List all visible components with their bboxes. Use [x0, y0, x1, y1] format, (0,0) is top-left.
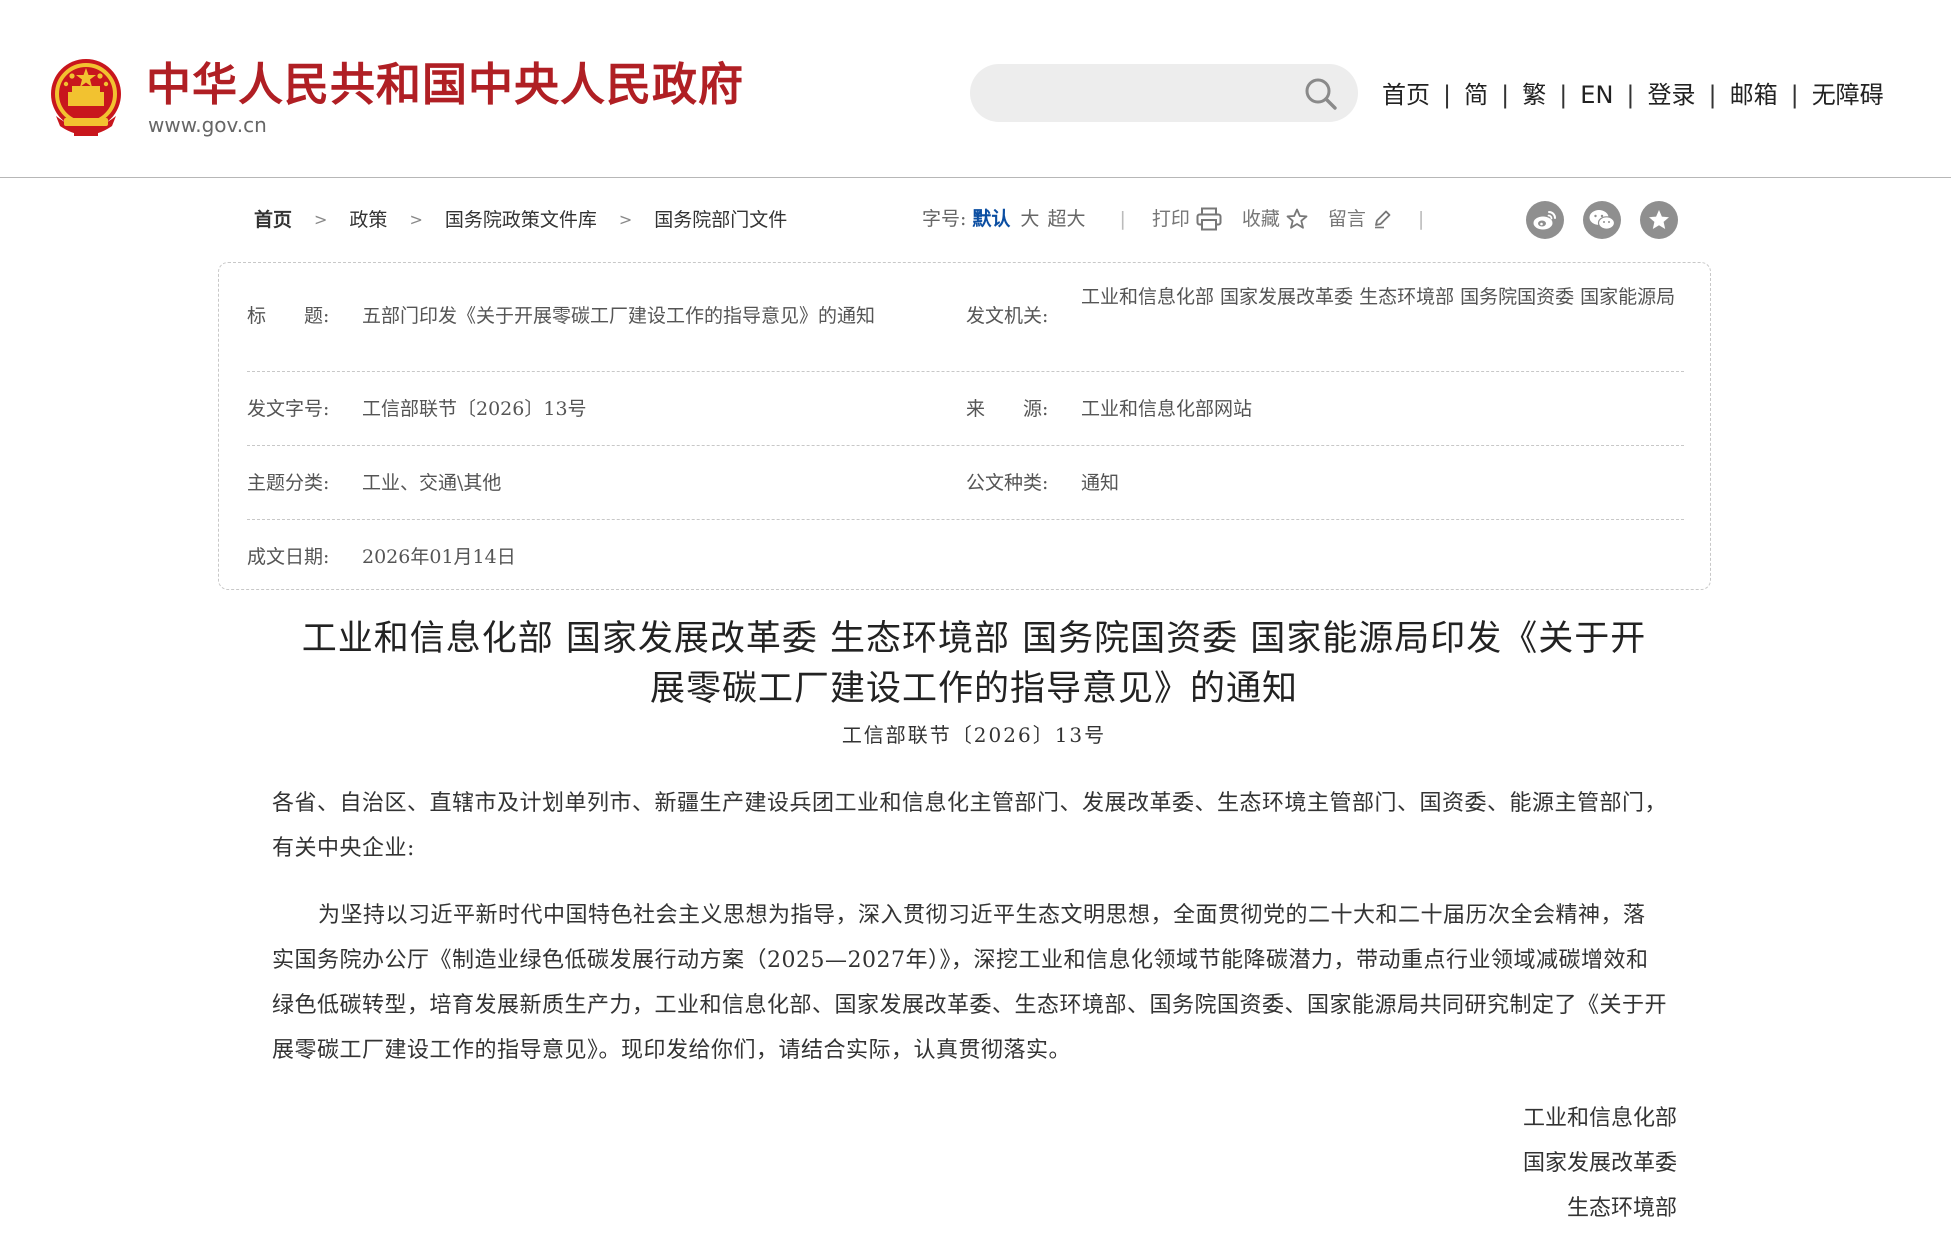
font-size-xlarge-button[interactable]: 超大 — [1047, 205, 1085, 233]
print-label: 打印 — [1151, 208, 1190, 230]
nav-mailbox[interactable]: 邮箱 — [1730, 78, 1778, 112]
tools-divider: | — [1119, 208, 1126, 230]
site-header: 中华人民共和国中央人民政府 www.gov.cn 首页 | 简 | 繁 | EN… — [0, 0, 1951, 178]
doc-number-label: 发文字号: — [247, 398, 330, 420]
doc-type-value: 通知 — [1081, 472, 1120, 494]
issuer-label: 发文机关: — [966, 305, 1049, 327]
breadcrumb-policy-library[interactable]: 国务院政策文件库 — [445, 206, 597, 234]
nav-english[interactable]: EN — [1580, 78, 1613, 112]
article-doc-number: 工信部联节〔2026〕13号 — [841, 723, 1107, 747]
comment-label: 留言 — [1327, 208, 1366, 230]
nav-separator: | — [1559, 81, 1568, 109]
favorite-label: 收藏 — [1241, 208, 1280, 230]
site-url[interactable]: www.gov.cn — [148, 112, 267, 138]
nav-simplified[interactable]: 简 — [1464, 78, 1488, 112]
article-title: 工业和信息化部 国家发展改革委 生态环境部 国务院国资委 国家能源局印发《关于开… — [268, 614, 1680, 714]
tools-divider: | — [1417, 208, 1425, 230]
topic-value: 工业、交通\其他 — [362, 472, 502, 494]
chevron-right-icon: > — [314, 210, 328, 229]
signature-line: 国家发展改革委 — [1522, 1151, 1677, 1176]
doc-number-value: 工信部联节〔2026〕13号 — [362, 398, 587, 420]
issuer-value: 工业和信息化部 国家发展改革委 生态环境部 国务院国资委 国家能源局 — [1081, 286, 1676, 308]
print-button[interactable]: 打印 — [1152, 205, 1222, 233]
breadcrumb-policy[interactable]: 政策 — [349, 206, 387, 234]
info-row-date: 成文日期: 2026年01月14日 — [247, 521, 1684, 589]
font-size-default-button[interactable]: 默认 — [972, 205, 1010, 233]
article-title-line: 工业和信息化部 国家发展改革委 生态环境部 国务院国资委 国家能源局印发《关于开 — [301, 619, 1647, 659]
star-icon — [1286, 208, 1308, 229]
printer-icon — [1196, 207, 1222, 231]
search-icon[interactable] — [1304, 77, 1338, 111]
topic-label: 主题分类: — [247, 472, 330, 494]
document-info-table: 标 题: 五部门印发《关于开展零碳工厂建设工作的指导意见》的通知 发文机关: 工… — [218, 262, 1711, 590]
salutation-paragraph: 各省、自治区、直辖市及计划单列市、新疆生产建设兵团工业和信息化主管部门、发展改革… — [272, 791, 1668, 861]
nav-login[interactable]: 登录 — [1648, 78, 1696, 112]
chevron-right-icon: > — [618, 210, 633, 229]
info-row-title: 标 题: 五部门印发《关于开展零碳工厂建设工作的指导意见》的通知 发文机关: 工… — [247, 263, 1684, 372]
info-row-topic: 主题分类: 工业、交通\其他 公文种类: 通知 — [247, 447, 1684, 520]
doc-type-label: 公文种类: — [966, 472, 1049, 494]
weibo-icon — [1533, 211, 1556, 230]
date-value: 2026年01月14日 — [362, 546, 516, 568]
info-row-docno: 发文字号: 工信部联节〔2026〕13号 来 源: 工业和信息化部网站 — [247, 373, 1684, 446]
search-input[interactable] — [970, 64, 1358, 122]
title-label: 标 题: — [247, 305, 330, 327]
source-label: 来 源: — [966, 398, 1049, 420]
nav-separator: | — [1501, 81, 1510, 109]
title-value: 五部门印发《关于开展零碳工厂建设工作的指导意见》的通知 — [362, 305, 876, 327]
wechat-share-button[interactable] — [1583, 201, 1621, 239]
body-paragraph: 为坚持以习近平新时代中国特色社会主义思想为指导，深入贯彻习近平生态文明思想，全面… — [272, 903, 1668, 1063]
source-value: 工业和信息化部网站 — [1081, 398, 1253, 420]
weibo-share-button[interactable] — [1526, 201, 1564, 239]
favorite-button[interactable]: 收藏 — [1242, 205, 1308, 233]
wechat-icon — [1589, 210, 1616, 230]
nav-separator: | — [1443, 81, 1452, 109]
nav-accessibility[interactable]: 无障碍 — [1812, 78, 1884, 112]
site-name[interactable]: 中华人民共和国中央人民政府 — [146, 58, 744, 112]
article-title-line: 展零碳工厂建设工作的指导意见》的通知 — [649, 669, 1298, 709]
nav-home[interactable]: 首页 — [1382, 78, 1430, 112]
national-emblem-icon[interactable] — [48, 56, 124, 140]
nav-separator: | — [1790, 81, 1799, 109]
chevron-right-icon: > — [409, 210, 423, 229]
font-size-large-button[interactable]: 大 — [1020, 205, 1039, 233]
favorite-share-icon — [1649, 210, 1669, 229]
top-nav: 首页 | 简 | 繁 | EN | 登录 | 邮箱 | 无障碍 — [1382, 78, 1884, 112]
nav-separator: | — [1708, 81, 1717, 109]
nav-separator: | — [1626, 81, 1635, 109]
breadcrumb-department-docs[interactable]: 国务院部门文件 — [654, 206, 787, 234]
signature-line: 工业和信息化部 — [1522, 1106, 1677, 1131]
breadcrumb-home[interactable]: 首页 — [254, 206, 292, 234]
article-tools: 字号: 默认 大 超大 | 打印 收藏 留言 | — [922, 205, 1450, 233]
breadcrumb: 首页 > 政策 > 国务院政策文件库 > 国务院部门文件 — [254, 206, 787, 234]
font-size-label: 字号: — [922, 208, 967, 230]
pencil-icon — [1374, 210, 1391, 229]
comment-button[interactable]: 留言 — [1328, 205, 1392, 233]
signature-line: 生态环境部 — [1566, 1196, 1677, 1221]
favorite-share-button[interactable] — [1640, 201, 1678, 239]
nav-traditional[interactable]: 繁 — [1522, 78, 1546, 112]
date-label: 成文日期: — [247, 546, 330, 568]
